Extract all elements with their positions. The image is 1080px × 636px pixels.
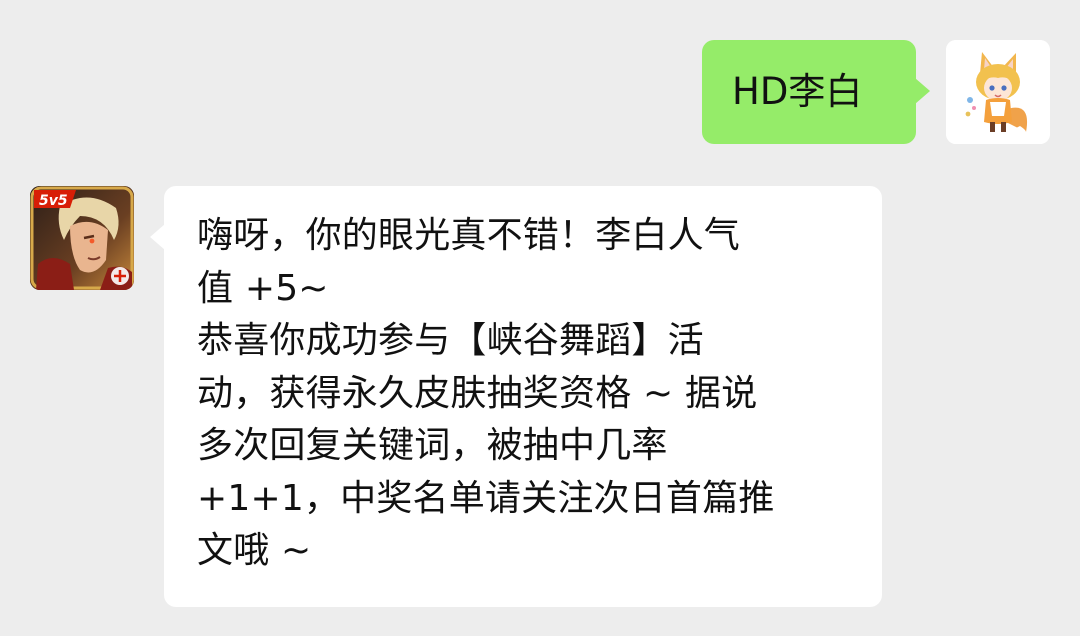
incoming-message-line: +1+1，中奖名单请关注次日首篇推 [197,477,775,519]
bot-avatar[interactable]: 5v5 [30,186,134,290]
incoming-message-line: 多次回复关键词，被抽中几率 [197,425,668,466]
user-avatar[interactable] [946,40,1050,144]
incoming-message-bubble[interactable]: 嗨呀，你的眼光真不错！李白人气 值 +5~ 恭喜你成功参与【峡谷舞蹈】活 动，获… [150,186,882,607]
incoming-message-line: 恭喜你成功参与【峡谷舞蹈】活 [197,320,704,361]
outgoing-message-bubble[interactable]: HD李白 [702,40,930,144]
fox-girl-avatar-icon [946,40,1050,144]
outgoing-message-text: HD李白 [732,70,863,113]
incoming-message-line: 嗨呀，你的眼光真不错！李白人气 [197,215,741,256]
incoming-message-line: 文哦 ~ [197,530,312,571]
game-app-avatar-icon: 5v5 [30,186,134,290]
incoming-message-line: 值 +5~ [197,267,329,309]
bot-avatar-badge: 5v5 [39,193,68,209]
incoming-message-line: 动，获得永久皮肤抽奖资格 ~ 据说 [197,372,758,414]
